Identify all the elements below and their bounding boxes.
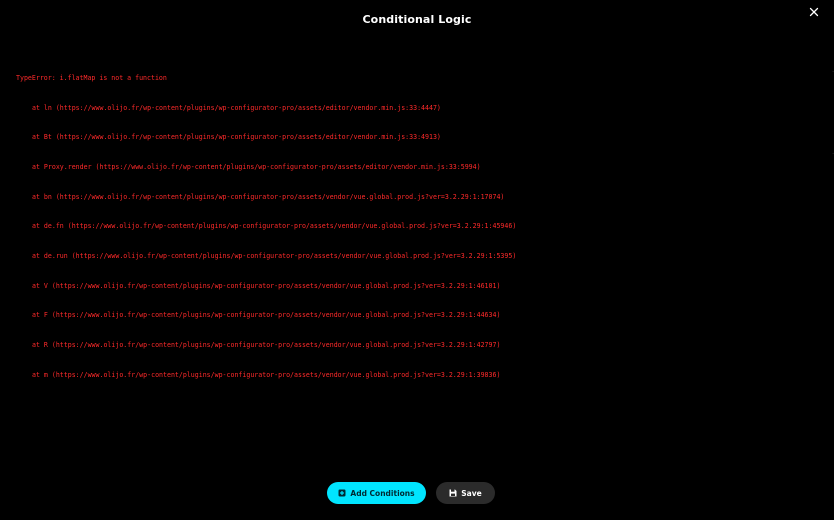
stack-frame: at ln (https://www.olijo.fr/wp-content/p… [32, 103, 441, 112]
stack-frame: at m (https://www.olijo.fr/wp-content/pl… [32, 370, 501, 379]
close-button[interactable] [808, 6, 820, 18]
modal-footer: Add Conditions Save [0, 482, 834, 504]
add-conditions-button[interactable]: Add Conditions [327, 482, 426, 504]
stack-frame: at V (https://www.olijo.fr/wp-content/pl… [32, 281, 501, 290]
stack-frame: at de.fn (https://www.olijo.fr/wp-conten… [32, 222, 517, 231]
conditional-logic-modal: Conditional Logic TypeError: i.flatMap i… [0, 0, 834, 520]
modal-title: Conditional Logic [362, 13, 472, 26]
close-icon [808, 6, 820, 18]
stack-frame: at F (https://www.olijo.fr/wp-content/pl… [32, 311, 501, 320]
save-button[interactable]: Save [436, 482, 495, 504]
error-stack-trace: TypeError: i.flatMap is not a function a… [16, 54, 816, 401]
plus-square-icon [338, 489, 346, 497]
error-message: TypeError: i.flatMap is not a function [16, 73, 167, 82]
floppy-disk-icon [449, 489, 457, 497]
stack-frame: at bn (https://www.olijo.fr/wp-content/p… [32, 192, 505, 201]
stack-frame: at de.run (https://www.olijo.fr/wp-conte… [32, 252, 517, 261]
stack-frame: at Bt (https://www.olijo.fr/wp-content/p… [32, 133, 441, 142]
stack-frame: at Proxy.render (https://www.olijo.fr/wp… [32, 162, 481, 171]
stack-frame: at R (https://www.olijo.fr/wp-content/pl… [32, 341, 501, 350]
save-label: Save [461, 488, 482, 498]
add-conditions-label: Add Conditions [350, 488, 415, 498]
